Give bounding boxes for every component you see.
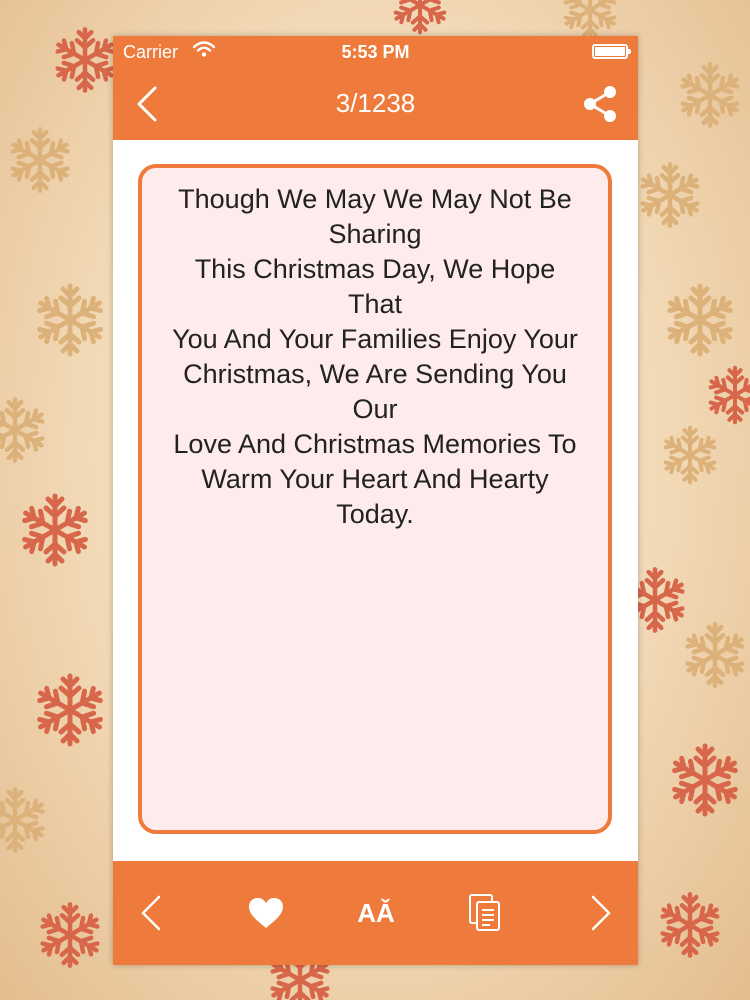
quote-line: Though We May We May Not Be xyxy=(178,184,572,214)
copy-button[interactable] xyxy=(465,891,505,935)
battery-icon xyxy=(592,44,631,59)
previous-button[interactable] xyxy=(133,891,169,935)
status-bar: Carrier 5:53 PM xyxy=(113,36,638,68)
chevron-left-icon xyxy=(141,895,161,931)
quote-line: Our xyxy=(352,394,398,424)
font-size-button[interactable]: AǍ xyxy=(353,891,399,935)
quote-line: Love And Christmas Memories To xyxy=(173,429,577,459)
font-size-icon: AǍ xyxy=(357,897,395,928)
share-icon[interactable] xyxy=(580,84,620,124)
quote-line: Sharing xyxy=(328,219,422,249)
page-counter-title: 3/1238 xyxy=(335,88,416,118)
quote-card: Though We May We May Not Be Sharing This… xyxy=(138,164,612,834)
quote-text: Though We May We May Not Be Sharing This… xyxy=(152,182,598,532)
copy-icon xyxy=(469,894,500,931)
quote-line: That xyxy=(347,289,403,319)
quote-line: Christmas, We Are Sending You xyxy=(183,359,567,389)
quote-line: Today. xyxy=(336,499,414,529)
heart-icon xyxy=(249,898,283,928)
favorite-button[interactable] xyxy=(246,891,286,935)
phone-screen: Carrier 5:53 PM 3/1238 Though We May We … xyxy=(113,36,638,965)
nav-bar: Carrier 5:53 PM 3/1238 xyxy=(113,36,638,140)
status-time: 5:53 PM xyxy=(341,42,410,62)
next-button[interactable] xyxy=(583,891,619,935)
chevron-right-icon xyxy=(591,895,611,931)
bottom-toolbar: AǍ xyxy=(113,861,638,965)
quote-line: This Christmas Day, We Hope xyxy=(194,254,556,284)
quote-line: Warm Your Heart And Hearty xyxy=(201,464,549,494)
quote-line: You And Your Families Enjoy Your xyxy=(172,324,578,354)
